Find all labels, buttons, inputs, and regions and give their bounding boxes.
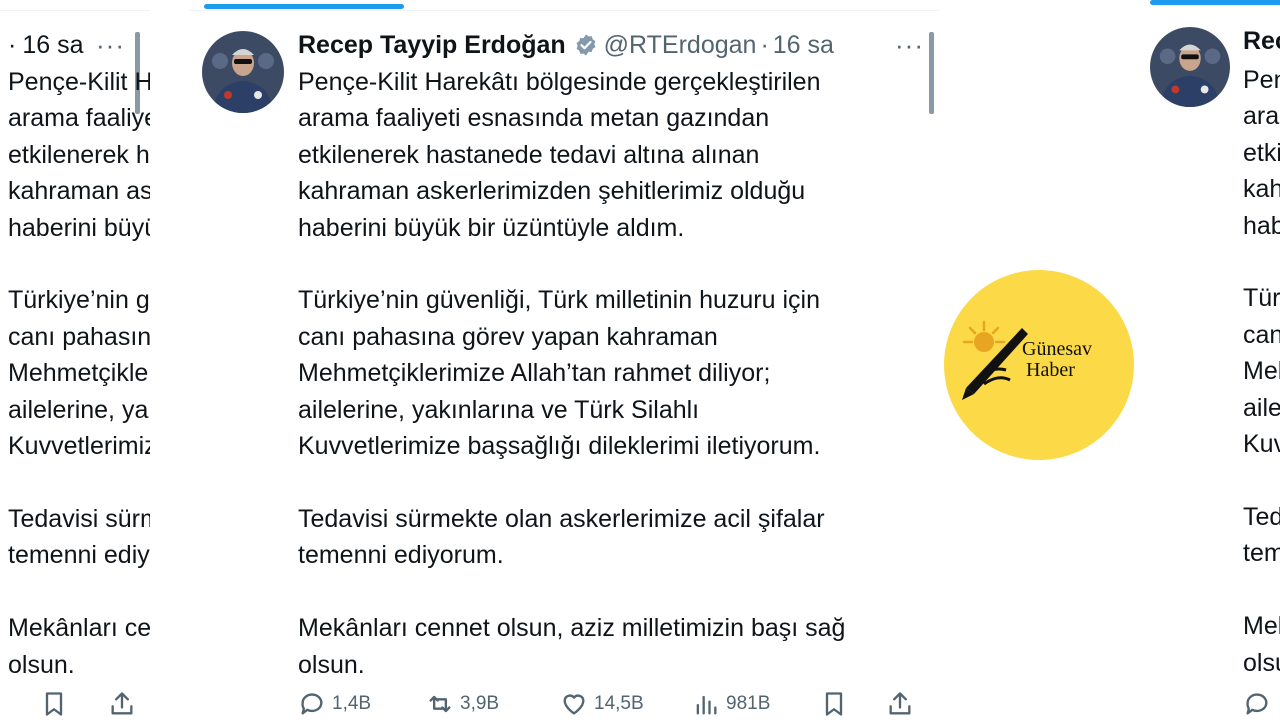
tweet-text: Pençe-Kilit Harekâtı bölgesinde gerçekle… bbox=[298, 68, 846, 679]
share-button[interactable] bbox=[886, 690, 914, 718]
logo-line1: Günesav bbox=[1022, 338, 1092, 360]
tweet-header: Recep Tayyip Erdoğan bbox=[1243, 26, 1280, 56]
view-count: 981B bbox=[726, 693, 771, 714]
action-bar: 1,4B 3,9B 14,5B 981B bbox=[298, 690, 928, 722]
divider bbox=[190, 10, 940, 11]
avatar[interactable] bbox=[202, 31, 284, 113]
bookmark-button[interactable] bbox=[40, 690, 68, 718]
retweet-icon bbox=[429, 695, 451, 713]
tab-indicator bbox=[1150, 0, 1280, 5]
reply-icon bbox=[1246, 693, 1268, 715]
reply-button[interactable] bbox=[1243, 690, 1271, 718]
reply-count: 1,4B bbox=[332, 693, 372, 714]
reply-icon bbox=[301, 693, 323, 715]
like-count: 14,5B bbox=[594, 693, 644, 714]
separator: · bbox=[760, 30, 769, 59]
author-name[interactable]: Recep Tayyip Erdoğan bbox=[298, 31, 566, 60]
bookmark-icon bbox=[45, 692, 63, 716]
tweet-text: Pençe-Kilit Harekâtı bölgesinde gerçekle… bbox=[8, 68, 150, 679]
action-bar bbox=[0, 690, 150, 720]
tab-indicator bbox=[204, 4, 404, 9]
action-bar bbox=[1243, 690, 1280, 720]
tweet-header: · 16 sa bbox=[8, 30, 84, 60]
tweet-text: Pençe-Kilit Harekâtı bölgesinde gerçekle… bbox=[1243, 66, 1280, 677]
views-button[interactable]: 981B bbox=[692, 690, 770, 718]
retweet-count: 3,9B bbox=[460, 693, 500, 714]
timestamp[interactable]: 16 sa bbox=[22, 31, 83, 60]
like-button[interactable]: 14,5B bbox=[560, 690, 644, 718]
verified-badge-icon bbox=[576, 34, 596, 56]
share-icon bbox=[889, 692, 911, 715]
reply-button[interactable]: 1,4B bbox=[298, 690, 371, 718]
handle[interactable]: @RTErdogan bbox=[604, 31, 757, 60]
tweet-header: Recep Tayyip Erdoğan @RTErdogan · 16 sa bbox=[298, 30, 834, 60]
author-name[interactable]: Recep Tayyip Erdoğan bbox=[1243, 27, 1280, 56]
scrollbar[interactable] bbox=[929, 32, 934, 114]
retweet-button[interactable]: 3,9B bbox=[426, 690, 499, 718]
divider bbox=[0, 10, 150, 11]
share-icon bbox=[111, 692, 133, 715]
views-icon bbox=[696, 695, 717, 715]
gunesav-haber-logo: Günesav Haber bbox=[944, 270, 1134, 460]
share-button[interactable] bbox=[108, 690, 136, 718]
more-icon[interactable]: ··· bbox=[96, 30, 125, 61]
avatar[interactable] bbox=[1150, 27, 1230, 107]
separator: · bbox=[8, 30, 17, 59]
bookmark-icon bbox=[825, 692, 843, 716]
left-tweet-partial: · 16 sa ··· Pençe-Kilit Harekâtı bölgesi… bbox=[0, 0, 150, 720]
main-tweet: Recep Tayyip Erdoğan @RTErdogan · 16 sa … bbox=[190, 0, 940, 720]
logo-line2: Haber bbox=[1026, 359, 1075, 381]
bookmark-button[interactable] bbox=[820, 690, 848, 718]
right-tweet-partial: Recep Tayyip Erdoğan Pençe-Kilit Harekât… bbox=[1140, 0, 1280, 720]
more-icon[interactable]: ··· bbox=[895, 30, 924, 61]
like-icon bbox=[563, 694, 585, 715]
timestamp[interactable]: 16 sa bbox=[773, 31, 834, 60]
